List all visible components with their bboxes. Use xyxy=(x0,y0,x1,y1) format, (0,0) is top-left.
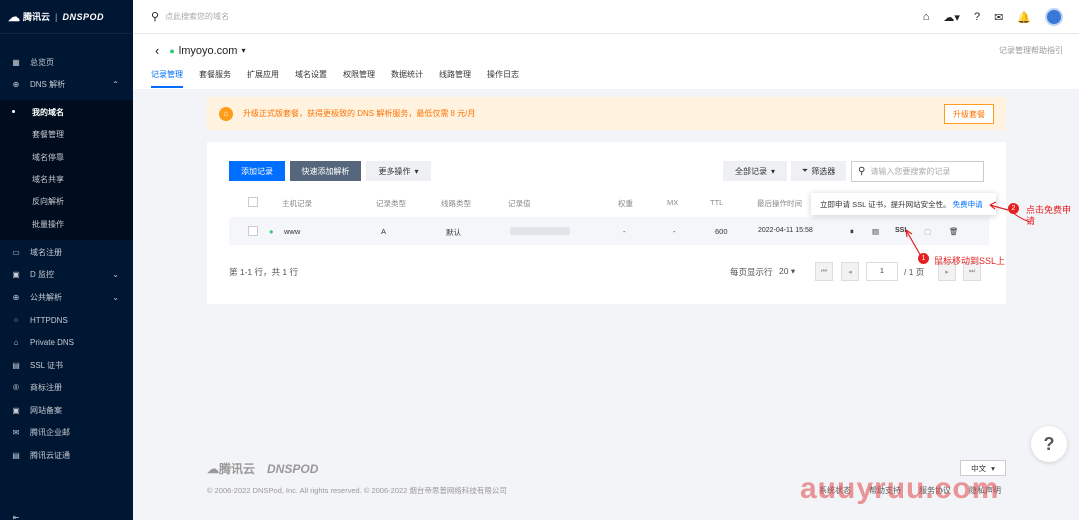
copyright: © 2006-2022 DNSPod, Inc. All rights rese… xyxy=(207,486,507,495)
footer-logo: ☁ 腾讯云 DNSPOD xyxy=(207,461,319,477)
annotation-badge-1: 1 xyxy=(918,253,929,264)
annotation-badge-2: 2 xyxy=(1008,203,1019,214)
help-float-button[interactable]: ? xyxy=(1031,426,1067,462)
annotation-1: 鼠标移动到SSL上 xyxy=(934,256,1006,266)
annotation-2-cont: 请 xyxy=(1026,216,1036,226)
watermark: auuyruu.com xyxy=(800,472,1000,505)
annotation-arrows xyxy=(905,201,1031,259)
cloud-logo-icon: ☁ xyxy=(207,461,219,476)
